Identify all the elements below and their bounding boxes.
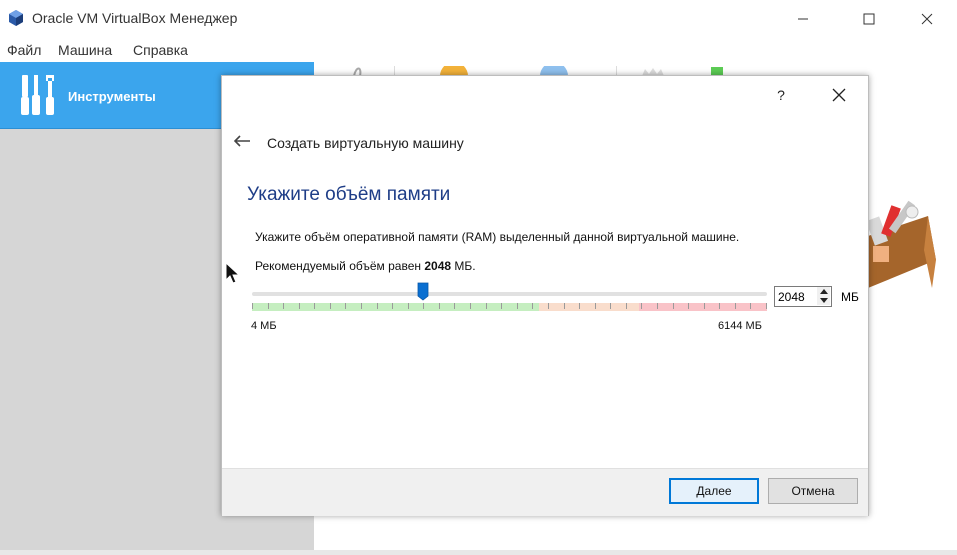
memory-scale-ticks [252,303,767,309]
menu-machine[interactable]: Машина [58,42,112,58]
memory-unit-label: МБ [841,290,859,304]
close-window-button[interactable] [904,0,950,38]
minimize-button[interactable] [780,0,826,38]
chevron-down-icon [819,298,828,303]
memory-spinbox [774,286,832,307]
back-arrow-icon[interactable] [232,134,252,148]
memory-description: Укажите объём оперативной памяти (RAM) в… [255,230,740,244]
maximize-icon [863,13,875,25]
close-icon [832,88,846,102]
title-bar: Oracle VM VirtualBox Менеджер [0,0,957,38]
minimize-icon [798,18,808,20]
wizard-title: Создать виртуальную машину [267,135,464,151]
tools-icon [21,75,54,115]
memory-min-label: 4 МБ [251,320,277,332]
recommended-value: 2048 [424,259,452,273]
menu-file[interactable]: Файл [7,42,41,58]
mouse-cursor-icon [225,262,241,284]
memory-max-label: 6144 МБ [718,320,762,332]
menu-help[interactable]: Справка [133,42,188,58]
toolbox-illustration-icon [868,200,936,288]
sidebar-item-label: Инструменты [68,89,156,104]
recommended-suffix: МБ. [451,259,476,273]
maximize-button[interactable] [846,0,892,38]
memory-input[interactable] [775,287,818,306]
virtualbox-logo-icon [9,10,23,26]
memory-slider-handle[interactable] [417,282,429,301]
help-icon: ? [777,87,785,103]
window-title: Oracle VM VirtualBox Менеджер [32,10,238,26]
help-button[interactable]: ? [764,78,798,112]
recommended-prefix: Рекомендуемый объём равен [255,259,425,273]
cancel-button[interactable]: Отмена [768,478,858,504]
status-bar [0,550,957,555]
chevron-up-icon [819,289,828,294]
create-vm-dialog: ? Создать виртуальную машину Укажите объ… [221,75,869,516]
page-heading: Укажите объём памяти [247,184,451,205]
close-icon [921,13,933,25]
recommended-memory-text: Рекомендуемый объём равен 2048 МБ. [255,259,476,273]
memory-decrement-button[interactable] [817,296,830,305]
memory-slider-track[interactable] [252,292,767,296]
next-button[interactable]: Далее [669,478,759,504]
close-dialog-button[interactable] [822,78,856,112]
memory-increment-button[interactable] [817,287,830,296]
